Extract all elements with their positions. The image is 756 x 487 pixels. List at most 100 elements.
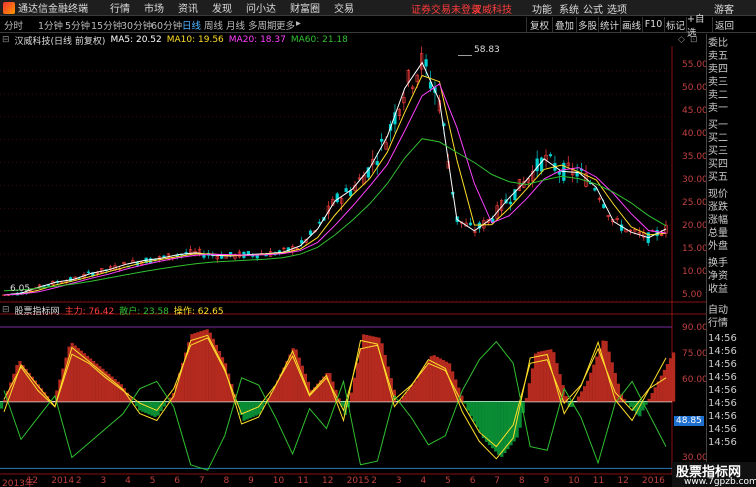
side-earnings: 收益 bbox=[708, 284, 728, 295]
tab-1min[interactable]: 1分钟 bbox=[38, 18, 63, 32]
tab-multi-period[interactable]: 多周期 bbox=[248, 18, 277, 32]
main-force-bar bbox=[533, 353, 538, 402]
retail-bar bbox=[472, 401, 476, 422]
main-force-bar bbox=[527, 383, 531, 402]
date-tick: 10 bbox=[272, 476, 285, 486]
indicator-legend: ⊟ 股票指标网 主力: 76.42 散户: 23.58 操作: 62.65 bbox=[0, 304, 229, 317]
statistics-button[interactable]: 统计 bbox=[598, 17, 620, 32]
menu-system[interactable]: 系统 bbox=[559, 0, 579, 16]
date-tick: 6 bbox=[174, 476, 181, 486]
ma10-label: MA10: 19.56 bbox=[166, 35, 224, 45]
main-force-bar bbox=[368, 335, 372, 402]
indicator-current-tag: 48.85 bbox=[674, 416, 704, 426]
candle-body bbox=[308, 230, 313, 235]
main-force-bar bbox=[417, 375, 421, 402]
menu-news[interactable]: 资讯 bbox=[178, 0, 198, 15]
tab-monthly[interactable]: 月线 bbox=[226, 18, 245, 32]
date-tick: 5 bbox=[149, 476, 156, 486]
tab-more[interactable]: 更多 bbox=[276, 18, 295, 32]
menu-wealth-circle[interactable]: 财富圈 bbox=[290, 0, 320, 15]
tab-60min[interactable]: 60分钟 bbox=[151, 18, 182, 32]
multi-stock-button[interactable]: 多股 bbox=[576, 17, 598, 32]
main-force-bar bbox=[349, 392, 354, 402]
main-force-bar bbox=[662, 369, 666, 402]
retail-bar bbox=[257, 401, 261, 415]
main-force-bar bbox=[202, 330, 206, 402]
menu-quotes[interactable]: 行情 bbox=[110, 0, 130, 15]
main-force-bar bbox=[408, 388, 412, 402]
side-auto-button[interactable]: 自动 bbox=[708, 304, 756, 317]
menu-trade[interactable]: 交易 bbox=[334, 0, 354, 15]
adjust-button[interactable]: 复权 bbox=[526, 17, 552, 32]
overlay-button[interactable]: 叠加 bbox=[552, 17, 576, 32]
retail-bar bbox=[245, 401, 249, 420]
ma60-label: MA60: 21.18 bbox=[290, 35, 348, 45]
ma20-label: MA20: 18.37 bbox=[228, 35, 286, 45]
tab-5min[interactable]: 5分钟 bbox=[65, 18, 90, 32]
tab-daily[interactable]: 日线 bbox=[182, 18, 201, 32]
operation-label: 操作: 62.65 bbox=[173, 306, 224, 317]
main-force-bar bbox=[524, 398, 528, 402]
candle-body bbox=[255, 255, 259, 259]
main-force-bar bbox=[3, 399, 7, 402]
kline-chart[interactable] bbox=[0, 34, 706, 487]
candle-body bbox=[344, 188, 348, 192]
side-tick-time: 14:56 bbox=[708, 359, 737, 370]
retail-bar bbox=[242, 401, 246, 421]
side-change: 涨跌 bbox=[708, 202, 728, 213]
menu-formula[interactable]: 公式 bbox=[583, 0, 603, 16]
retail-bar bbox=[490, 401, 495, 449]
side-bid-ratio: 委比 bbox=[708, 38, 728, 49]
main-force-bar bbox=[73, 345, 77, 402]
tab-30min[interactable]: 30分钟 bbox=[121, 18, 152, 32]
date-tick: 4 bbox=[125, 476, 131, 486]
menu-market[interactable]: 市场 bbox=[144, 0, 164, 15]
retail-bar bbox=[475, 401, 479, 428]
side-outer-volume: 外盘 bbox=[708, 241, 728, 252]
tab-weekly[interactable]: 周线 bbox=[204, 18, 223, 32]
price-tick: 5.00 bbox=[682, 290, 703, 300]
candle-body bbox=[86, 271, 91, 273]
price-tick: 35.00 bbox=[682, 152, 708, 162]
ma-legend: ⊟ 汉威科技(日线 前复权) MA5: 20.52 MA10: 19.56 MA… bbox=[0, 34, 353, 47]
date-tick: 5 bbox=[445, 476, 451, 486]
mark-button[interactable]: 标记 bbox=[664, 17, 686, 32]
main-force-label: 主力: 76.42 bbox=[64, 306, 115, 317]
tab-intraday[interactable]: 分时 bbox=[4, 18, 23, 32]
date-tick: 12 bbox=[26, 476, 39, 486]
panel-settings-icon[interactable]: ◇ bbox=[678, 35, 685, 45]
retail-bar bbox=[497, 401, 501, 455]
menu-function[interactable]: 功能 bbox=[532, 0, 552, 16]
f10-button[interactable]: F10 bbox=[642, 17, 664, 32]
more-arrow-icon[interactable]: ▸ bbox=[296, 18, 301, 29]
main-force-bar bbox=[355, 362, 360, 402]
app-title: 通达信金融终端 bbox=[18, 4, 88, 15]
panel-expand-icon[interactable]: ⊡ bbox=[690, 35, 698, 45]
main-force-bar bbox=[592, 364, 596, 402]
side-tick-time: 14:56 bbox=[708, 424, 737, 435]
main-force-bar bbox=[352, 377, 357, 402]
draw-line-button[interactable]: 画线 bbox=[620, 17, 642, 32]
retail-line bbox=[3, 340, 667, 471]
candle-body bbox=[380, 138, 384, 142]
menu-discover[interactable]: 发现 bbox=[212, 0, 232, 15]
add-watchlist-button[interactable]: +自选 bbox=[686, 14, 712, 39]
main-force-bar bbox=[672, 352, 676, 402]
user-label[interactable]: 游客 bbox=[714, 0, 734, 16]
menu-ask-xiaoda[interactable]: 问小达 bbox=[246, 0, 276, 15]
tab-15min[interactable]: 15分钟 bbox=[91, 18, 122, 32]
menu-options[interactable]: 选项 bbox=[607, 0, 627, 16]
indicator-tick: 90.00 bbox=[682, 323, 708, 333]
login-notice[interactable]: 证券交易未登录 bbox=[411, 0, 481, 16]
date-tick: 10 bbox=[568, 476, 580, 486]
stock-name-notice: 汉威科技 bbox=[472, 4, 512, 16]
main-force-bar bbox=[380, 343, 384, 402]
candle-body bbox=[539, 157, 544, 172]
main-force-bar bbox=[411, 384, 415, 402]
back-button[interactable]: 返回 bbox=[712, 17, 736, 32]
side-bid4: 买四 bbox=[708, 159, 728, 170]
candle-body bbox=[424, 59, 428, 67]
chart-menu-icon[interactable]: ⊟ bbox=[2, 35, 10, 45]
side-ask1: 卖一 bbox=[708, 103, 728, 114]
indicator-menu-icon[interactable]: ⊟ bbox=[2, 305, 10, 315]
